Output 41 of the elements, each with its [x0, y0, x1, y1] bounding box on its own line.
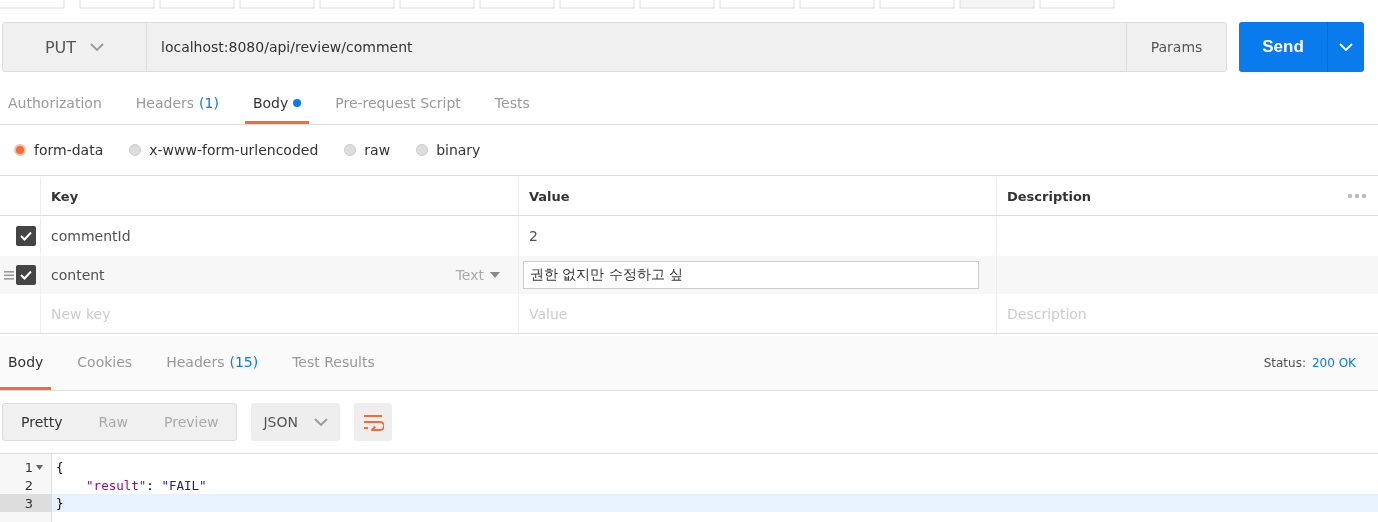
chevron-down-icon: [314, 418, 328, 426]
chevron-down-icon: [1339, 43, 1353, 51]
key-text: content: [51, 267, 105, 283]
method-dropdown[interactable]: PUT: [3, 23, 147, 71]
status-value: 200 OK: [1311, 356, 1356, 370]
radio-option[interactable]: x-www-form-urlencoded: [129, 142, 319, 158]
line-number: 1: [24, 459, 33, 475]
code-line: {: [55, 458, 65, 476]
check-icon: [20, 270, 32, 280]
fold-caret-icon[interactable]: [36, 464, 43, 470]
radio-option[interactable]: raw: [344, 142, 391, 158]
value-text: 2: [529, 228, 538, 244]
tab[interactable]: Body: [0, 336, 52, 390]
column-header: Description: [996, 177, 1346, 215]
caret-icon: [490, 272, 500, 278]
radio-option[interactable]: form-data: [14, 142, 104, 158]
status-label: Status:: [1263, 356, 1306, 370]
checkbox[interactable]: [16, 265, 36, 285]
radio-option[interactable]: binary: [416, 142, 481, 158]
line-number: 2: [24, 477, 33, 493]
line-number: 3: [24, 495, 33, 511]
table-row[interactable]: content Text 권한 없지만 수정하고 싶: [0, 255, 1378, 294]
code-line: "result": "FAIL": [85, 476, 208, 494]
drag-handle-icon[interactable]: [4, 270, 14, 280]
chevron-down-icon: [90, 43, 105, 51]
wrap-icon: [362, 413, 384, 431]
tab[interactable]: Body: [244, 84, 310, 124]
column-header: Key: [40, 177, 518, 215]
column-header: Value: [518, 177, 996, 215]
format-dropdown[interactable]: JSON: [251, 403, 340, 441]
value-field[interactable]: 권한 없지만 수정하고 싶: [523, 261, 979, 289]
tab[interactable]: Headers (1): [127, 84, 227, 124]
check-icon: [20, 231, 32, 241]
key-text: commentId: [51, 228, 131, 244]
wrap-button[interactable]: [354, 403, 392, 441]
view-mode-button[interactable]: Pretty: [3, 404, 81, 440]
checkbox[interactable]: [16, 226, 36, 246]
tab[interactable]: Headers (15): [158, 336, 267, 390]
url-field[interactable]: localhost:8080/api/review/comment: [147, 23, 1126, 71]
send-button[interactable]: Send: [1239, 22, 1364, 72]
params-button[interactable]: Params: [1126, 23, 1226, 71]
